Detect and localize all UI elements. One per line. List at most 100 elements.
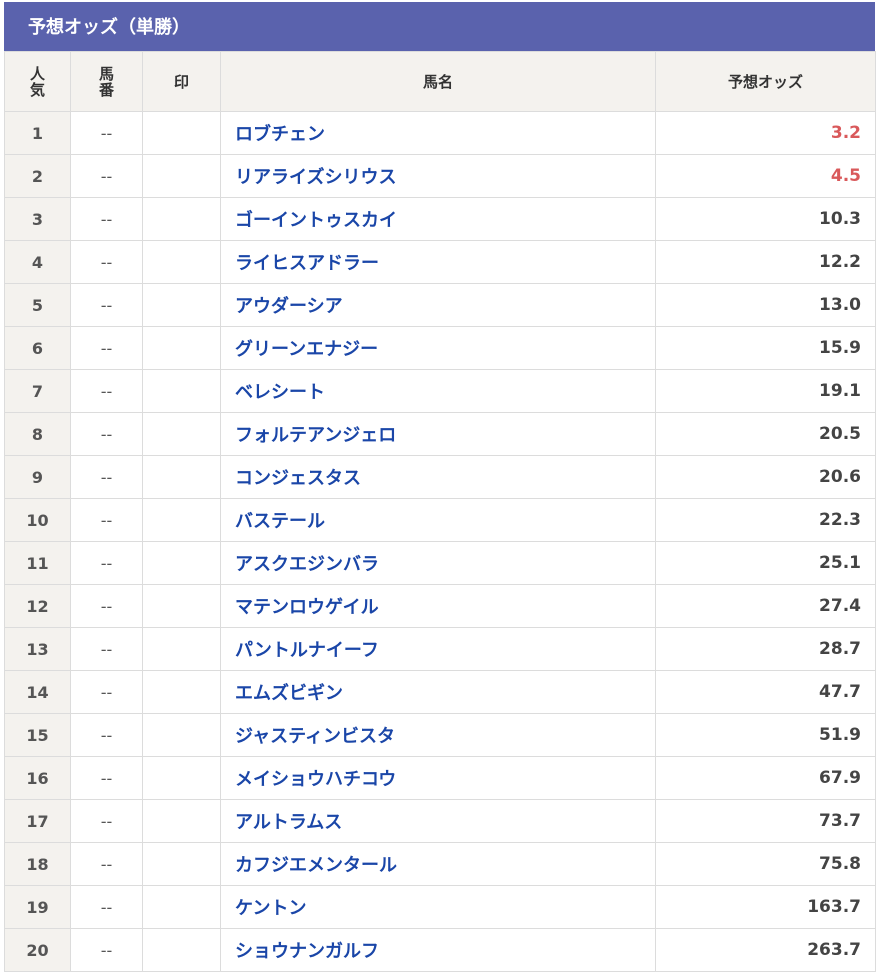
horse-name-link[interactable]: アルトラムス — [235, 812, 342, 833]
mark-cell[interactable] — [142, 240, 221, 284]
odds-cell: 13.0 — [655, 283, 876, 327]
popularity-cell: 17 — [4, 799, 71, 843]
horse-name-link[interactable]: ジャスティンビスタ — [235, 726, 395, 747]
table-row: 17 -- アルトラムス 73.7 — [4, 799, 876, 843]
odds-cell: 19.1 — [655, 369, 876, 413]
mark-cell[interactable] — [142, 885, 221, 929]
popularity-cell: 13 — [4, 627, 71, 671]
horse-name-cell: ライヒスアドラー — [220, 240, 656, 284]
horse-number-cell: -- — [70, 240, 143, 284]
odds-cell: 12.2 — [655, 240, 876, 284]
mark-cell[interactable] — [142, 670, 221, 714]
horse-name-link[interactable]: ロブチェン — [235, 124, 325, 145]
odds-cell: 75.8 — [655, 842, 876, 886]
odds-cell: 25.1 — [655, 541, 876, 585]
mark-cell[interactable] — [142, 584, 221, 628]
odds-cell: 4.5 — [655, 154, 876, 198]
mark-cell[interactable] — [142, 756, 221, 800]
horse-number-cell: -- — [70, 197, 143, 241]
popularity-cell: 16 — [4, 756, 71, 800]
horse-name-link[interactable]: フォルテアンジェロ — [235, 425, 396, 446]
mark-cell[interactable] — [142, 498, 221, 542]
horse-number-cell: -- — [70, 498, 143, 542]
horse-name-link[interactable]: グリーンエナジー — [235, 339, 378, 360]
odds-cell: 163.7 — [655, 885, 876, 929]
horse-name-cell: ベレシート — [220, 369, 656, 413]
mark-cell[interactable] — [142, 842, 221, 886]
horse-name-link[interactable]: バステール — [235, 511, 325, 532]
mark-cell[interactable] — [142, 627, 221, 671]
horse-name-cell: アウダーシア — [220, 283, 656, 327]
mark-cell[interactable] — [142, 326, 221, 370]
horse-name-link[interactable]: メイショウハチコウ — [235, 769, 396, 790]
table-row: 6 -- グリーンエナジー 15.9 — [4, 326, 876, 370]
horse-name-link[interactable]: エムズビギン — [235, 683, 343, 704]
popularity-cell: 15 — [4, 713, 71, 757]
horse-name-cell: ジャスティンビスタ — [220, 713, 656, 757]
horse-number-cell: -- — [70, 154, 143, 198]
table-header-row: 人 気 馬 番 印 馬名 予想オッズ — [4, 51, 876, 112]
popularity-cell: 8 — [4, 412, 71, 456]
horse-name-cell: アルトラムス — [220, 799, 656, 843]
table-row: 2 -- リアライズシリウス 4.5 — [4, 154, 876, 198]
horse-number-cell: -- — [70, 326, 143, 370]
horse-name-link[interactable]: リアライズシリウス — [235, 167, 396, 188]
horse-number-cell: -- — [70, 885, 143, 929]
table-row: 15 -- ジャスティンビスタ 51.9 — [4, 713, 876, 757]
horse-name-link[interactable]: ゴーイントゥスカイ — [235, 210, 397, 231]
horse-name-link[interactable]: マテンロウゲイル — [235, 597, 379, 618]
horse-number-cell: -- — [70, 541, 143, 585]
mark-cell[interactable] — [142, 541, 221, 585]
mark-cell[interactable] — [142, 928, 221, 972]
header-popularity-bottom: 気 — [29, 80, 45, 99]
horse-name-link[interactable]: アウダーシア — [235, 296, 343, 317]
mark-cell[interactable] — [142, 154, 221, 198]
mark-cell[interactable] — [142, 455, 221, 499]
table-row: 12 -- マテンロウゲイル 27.4 — [4, 584, 876, 628]
mark-cell[interactable] — [142, 412, 221, 456]
popularity-cell: 19 — [4, 885, 71, 929]
odds-cell: 3.2 — [655, 111, 876, 155]
table-row: 9 -- コンジェスタス 20.6 — [4, 455, 876, 499]
horse-name-cell: メイショウハチコウ — [220, 756, 656, 800]
horse-name-link[interactable]: ケントン — [235, 898, 306, 919]
mark-cell[interactable] — [142, 197, 221, 241]
popularity-cell: 2 — [4, 154, 71, 198]
odds-table: 人 気 馬 番 印 馬名 予想オッズ 1 -- ロブチェン 3.2 2 -- リアライズシリ… — [4, 51, 876, 972]
odds-cell: 15.9 — [655, 326, 876, 370]
horse-name-cell: カフジエメンタール — [220, 842, 656, 886]
mark-cell[interactable] — [142, 111, 221, 155]
horse-name-cell: エムズビギン — [220, 670, 656, 714]
horse-name-link[interactable]: コンジェスタス — [235, 468, 361, 489]
horse-name-link[interactable]: ライヒスアドラー — [235, 253, 379, 274]
table-row: 5 -- アウダーシア 13.0 — [4, 283, 876, 327]
odds-cell: 20.6 — [655, 455, 876, 499]
horse-name-link[interactable]: ベレシート — [235, 382, 325, 403]
mark-cell[interactable] — [142, 713, 221, 757]
horse-name-cell: リアライズシリウス — [220, 154, 656, 198]
horse-number-cell: -- — [70, 842, 143, 886]
horse-number-cell: -- — [70, 584, 143, 628]
table-row: 8 -- フォルテアンジェロ 20.5 — [4, 412, 876, 456]
horse-name-cell: コンジェスタス — [220, 455, 656, 499]
popularity-cell: 11 — [4, 541, 71, 585]
popularity-cell: 3 — [4, 197, 71, 241]
popularity-cell: 12 — [4, 584, 71, 628]
mark-cell[interactable] — [142, 283, 221, 327]
horse-name-link[interactable]: パントルナイーフ — [235, 640, 379, 661]
table-row: 11 -- アスクエジンバラ 25.1 — [4, 541, 876, 585]
header-horse-name: 馬名 — [220, 51, 656, 112]
mark-cell[interactable] — [142, 799, 221, 843]
odds-cell: 51.9 — [655, 713, 876, 757]
horse-name-link[interactable]: カフジエメンタール — [235, 855, 397, 876]
horse-name-link[interactable]: アスクエジンバラ — [235, 554, 379, 575]
horse-number-cell: -- — [70, 756, 143, 800]
header-number-bottom: 番 — [98, 80, 114, 99]
popularity-cell: 20 — [4, 928, 71, 972]
mark-cell[interactable] — [142, 369, 221, 413]
horse-name-link[interactable]: ショウナンガルフ — [235, 941, 379, 962]
table-row: 7 -- ベレシート 19.1 — [4, 369, 876, 413]
odds-cell: 10.3 — [655, 197, 876, 241]
popularity-cell: 10 — [4, 498, 71, 542]
table-body: 1 -- ロブチェン 3.2 2 -- リアライズシリウス 4.5 3 -- ゴーイントゥスカイ 10… — [4, 111, 876, 972]
